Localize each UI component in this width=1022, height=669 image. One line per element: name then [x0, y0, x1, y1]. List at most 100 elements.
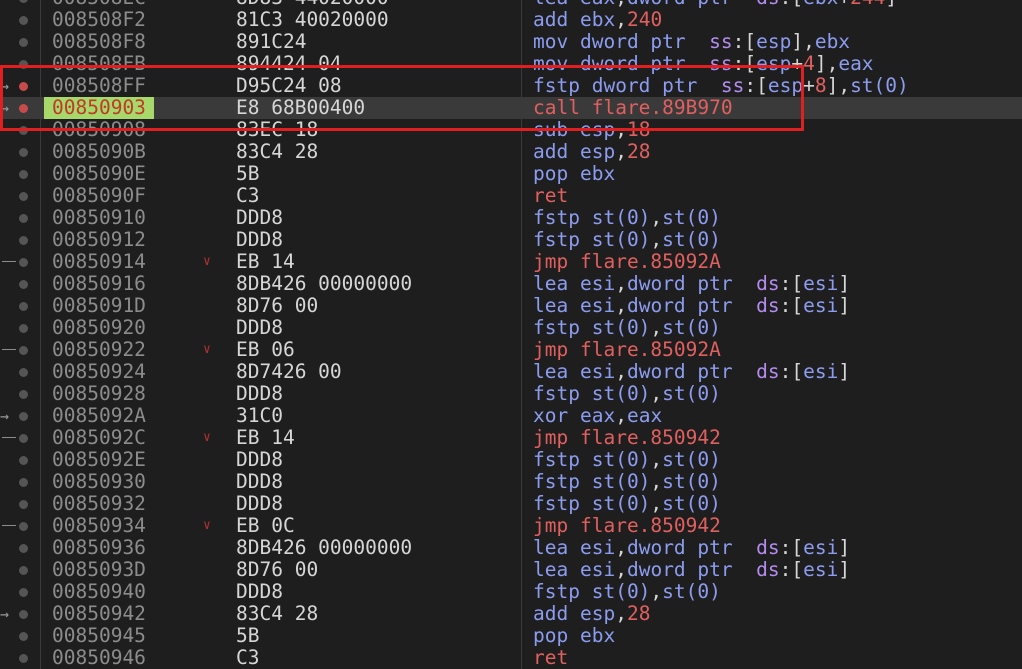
- instruction-row[interactable]: 00850946 C3 ret: [0, 647, 1022, 669]
- breakpoint-gutter[interactable]: →: [0, 603, 40, 625]
- instruction-row[interactable]: 0085090B 83C4 28 add esp,28: [0, 141, 1022, 163]
- breakpoint-dot-icon[interactable]: [19, 544, 28, 553]
- breakpoint-dot-icon[interactable]: [19, 632, 28, 641]
- instruction-row[interactable]: 00850908 83EC 18 sub esp,18: [0, 119, 1022, 141]
- breakpoint-gutter[interactable]: [0, 625, 40, 647]
- breakpoint-dot-icon[interactable]: [19, 610, 28, 619]
- breakpoint-gutter[interactable]: [0, 361, 40, 383]
- breakpoint-dot-icon[interactable]: [19, 368, 28, 377]
- breakpoint-gutter[interactable]: →: [0, 97, 40, 119]
- instruction-row[interactable]: 00850920 DDD8 fstp st(0),st(0): [0, 317, 1022, 339]
- breakpoint-dot-icon[interactable]: [19, 566, 28, 575]
- breakpoint-active-icon[interactable]: [19, 82, 28, 91]
- breakpoint-dot-icon[interactable]: [19, 214, 28, 223]
- instruction-token: flare.850942: [579, 426, 721, 449]
- instruction-row[interactable]: 00850940 DDD8 fstp st(0),st(0): [0, 581, 1022, 603]
- breakpoint-gutter[interactable]: [0, 207, 40, 229]
- instruction-token: ret: [533, 646, 569, 669]
- instruction-row[interactable]: 00850924 8D7426 00 lea esi,dword ptr ds:[e…: [0, 361, 1022, 383]
- instruction-row[interactable]: 00850912 DDD8 fstp st(0),st(0): [0, 229, 1022, 251]
- instruction-row[interactable]: 00850914 ∨ EB 14 jmp flare.85092A: [0, 251, 1022, 273]
- breakpoint-dot-icon[interactable]: [19, 456, 28, 465]
- instruction-row[interactable]: 00850930 DDD8 fstp st(0),st(0): [0, 471, 1022, 493]
- breakpoint-dot-icon[interactable]: [19, 390, 28, 399]
- instruction-row[interactable]: 00850945 5B pop ebx: [0, 625, 1022, 647]
- breakpoint-dot-icon[interactable]: [19, 346, 28, 355]
- breakpoint-dot-icon[interactable]: [19, 38, 28, 47]
- instruction-row[interactable]: 0085090F C3 ret: [0, 185, 1022, 207]
- breakpoint-dot-icon[interactable]: [19, 478, 28, 487]
- breakpoint-dot-icon[interactable]: [19, 16, 28, 25]
- breakpoint-gutter[interactable]: [0, 317, 40, 339]
- instruction-row[interactable]: 008508F2 81C3 40020000 add ebx,240: [0, 9, 1022, 31]
- breakpoint-dot-icon[interactable]: [19, 324, 28, 333]
- breakpoint-gutter[interactable]: [0, 647, 40, 669]
- breakpoint-dot-icon[interactable]: [19, 654, 28, 663]
- breakpoint-gutter[interactable]: [0, 185, 40, 207]
- instruction-row[interactable]: 0085090E 5B pop ebx: [0, 163, 1022, 185]
- instruction-row[interactable]: 0085091D 8D76 00 lea esi,dword ptr ds:[esi…: [0, 295, 1022, 317]
- breakpoint-dot-icon[interactable]: [19, 434, 28, 443]
- instruction-row[interactable]: 0085093D 8D76 00 lea esi,dword ptr ds:[esi…: [0, 559, 1022, 581]
- breakpoint-gutter[interactable]: [0, 273, 40, 295]
- disassembly-listing[interactable]: 008508EC8D83 44020000lea eax,dword ptr d…: [0, 0, 1022, 669]
- instruction-row[interactable]: 00850922 ∨ EB 06 jmp flare.85092A: [0, 339, 1022, 361]
- breakpoint-dot-icon[interactable]: [19, 412, 28, 421]
- breakpoint-gutter[interactable]: [0, 295, 40, 317]
- breakpoint-gutter[interactable]: [0, 383, 40, 405]
- breakpoint-gutter[interactable]: [0, 119, 40, 141]
- breakpoint-gutter[interactable]: →: [0, 75, 40, 97]
- breakpoint-dot-icon[interactable]: [19, 500, 28, 509]
- instruction-row[interactable]: 0085092E DDD8 fstp st(0),st(0): [0, 449, 1022, 471]
- breakpoint-dot-icon[interactable]: [19, 588, 28, 597]
- breakpoint-gutter[interactable]: [0, 163, 40, 185]
- breakpoint-gutter[interactable]: [0, 9, 40, 31]
- instruction-row[interactable]: 00850916 8DB426 00000000 lea esi,dword ptr…: [0, 273, 1022, 295]
- instruction-row[interactable]: 008508F8 891C24 mov dword ptr ss:[esp],ebx: [0, 31, 1022, 53]
- instruction-row[interactable]: → 008508FF D95C24 08 fstp dword ptr ss:[esp…: [0, 75, 1022, 97]
- breakpoint-dot-icon[interactable]: [19, 148, 28, 157]
- breakpoint-dot-icon[interactable]: [19, 126, 28, 135]
- instruction-row[interactable]: → 00850942 83C4 28 add esp,28: [0, 603, 1022, 625]
- breakpoint-gutter[interactable]: [0, 251, 40, 273]
- breakpoint-dot-icon[interactable]: [19, 236, 28, 245]
- breakpoint-active-icon[interactable]: [19, 104, 28, 113]
- breakpoint-gutter[interactable]: [0, 471, 40, 493]
- breakpoint-gutter[interactable]: [0, 493, 40, 515]
- breakpoint-gutter[interactable]: [0, 229, 40, 251]
- breakpoint-gutter[interactable]: [0, 0, 40, 9]
- breakpoint-dot-icon[interactable]: [19, 0, 28, 3]
- breakpoint-gutter[interactable]: [0, 581, 40, 603]
- instruction-row[interactable]: 00850932 DDD8 fstp st(0),st(0): [0, 493, 1022, 515]
- instruction-row[interactable]: → 0085092A 31C0 xor eax,eax: [0, 405, 1022, 427]
- breakpoint-gutter[interactable]: [0, 141, 40, 163]
- instruction-row[interactable]: 0085092C ∨ EB 14 jmp flare.850942: [0, 427, 1022, 449]
- breakpoint-gutter[interactable]: →: [0, 405, 40, 427]
- breakpoint-gutter[interactable]: [0, 537, 40, 559]
- current-instruction-row[interactable]: → 00850903 E8 68B00400 call flare.89B970: [0, 97, 1022, 119]
- instruction-token: :[: [779, 536, 804, 559]
- breakpoint-dot-icon[interactable]: [19, 280, 28, 289]
- breakpoint-gutter[interactable]: [0, 449, 40, 471]
- breakpoint-dot-icon[interactable]: [19, 302, 28, 311]
- instruction-token: st(0): [662, 382, 721, 405]
- instruction-row[interactable]: 00850928 DDD8 fstp st(0),st(0): [0, 383, 1022, 405]
- instruction-row[interactable]: 00850910 DDD8 fstp st(0),st(0): [0, 207, 1022, 229]
- breakpoint-gutter[interactable]: [0, 31, 40, 53]
- breakpoint-dot-icon[interactable]: [19, 170, 28, 179]
- breakpoint-gutter[interactable]: [0, 339, 40, 361]
- breakpoint-gutter[interactable]: [0, 559, 40, 581]
- instruction-row[interactable]: 008508FB 894424 04 mov dword ptr ss:[esp+4…: [0, 53, 1022, 75]
- breakpoint-dot-icon[interactable]: [19, 258, 28, 267]
- breakpoint-dot-icon[interactable]: [19, 522, 28, 531]
- breakpoint-gutter[interactable]: [0, 427, 40, 449]
- breakpoint-gutter[interactable]: [0, 53, 40, 75]
- instruction-row[interactable]: 00850936 8DB426 00000000 lea esi,dword ptr…: [0, 537, 1022, 559]
- instruction-token: 240: [626, 8, 663, 31]
- breakpoint-dot-icon[interactable]: [19, 60, 28, 69]
- breakpoint-dot-icon[interactable]: [19, 192, 28, 201]
- instruction-token: ret: [533, 184, 569, 207]
- instruction-row[interactable]: 00850934 ∨ EB 0C jmp flare.850942: [0, 515, 1022, 537]
- instruction-row[interactable]: 008508EC8D83 44020000lea eax,dword ptr d…: [0, 0, 1022, 9]
- breakpoint-gutter[interactable]: [0, 515, 40, 537]
